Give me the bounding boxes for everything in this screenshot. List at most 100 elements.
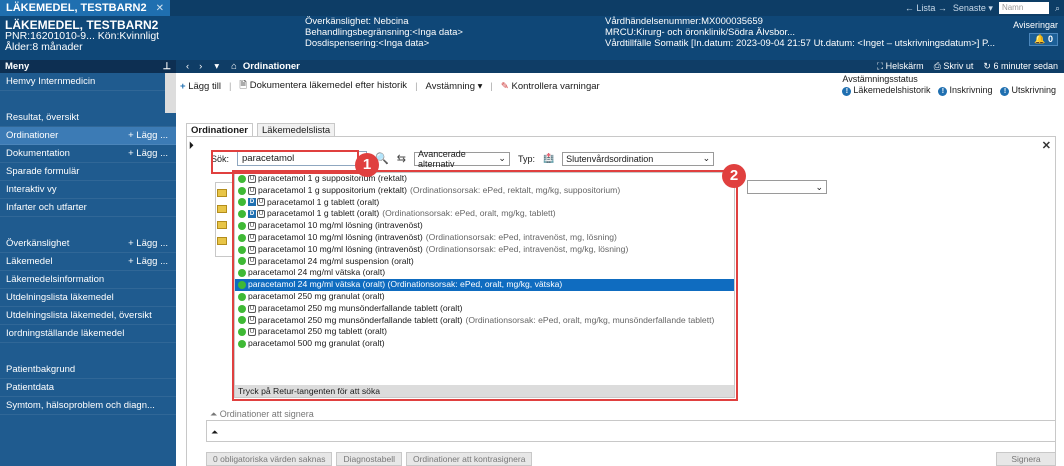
sidebar-item-patientbakgrund[interactable]: Patientbakgrund <box>0 361 176 379</box>
advanced-options-select[interactable]: Avancerade alternativ ⌄ <box>413 149 510 169</box>
forward-icon[interactable]: › <box>199 61 202 72</box>
sidebar-item-infarter-och-utfarter[interactable]: Infarter och utfarter <box>0 199 176 217</box>
sidebar-item-överkänslighet[interactable]: Överkänslighet + Lägg ... <box>0 235 176 253</box>
sidebar-item-dokumentation[interactable]: Dokumentation + Lägg ... <box>0 145 176 163</box>
fullscreen-button[interactable]: ⛶ Helskärm <box>877 61 924 72</box>
patient-search-input[interactable]: Namn <box>998 2 1049 14</box>
allergy-info[interactable]: Överkänslighet: Nebcina <box>305 16 463 27</box>
sidebar-scrollbar[interactable] <box>165 73 176 113</box>
folder-icon[interactable] <box>217 205 227 213</box>
sidebar-add-button[interactable]: + Lägg ... <box>128 235 168 252</box>
sidebar: Hemvy Internmedicin Resultat, översikt Ord… <box>0 73 176 466</box>
folder-icon[interactable] <box>217 189 227 197</box>
navbar: ‹ › ▾ ⌂ Ordinationer ⛶ Helskärm ⎙ Skriv … <box>176 60 1064 73</box>
folder-icon[interactable] <box>217 237 227 245</box>
sidebar-item-label: Infarter och utfarter <box>6 202 87 213</box>
to-sign-header[interactable]: ⏶ Ordinationer att signera <box>210 409 314 420</box>
callout-1: 1 <box>355 153 379 177</box>
info-icon: ! <box>842 87 852 96</box>
dropdown-icon[interactable]: ▾ <box>214 61 219 72</box>
treatment-limit-info[interactable]: Behandlingsbegränsning:<Inga data> <box>305 27 463 38</box>
sidebar-item-utdelningslista-läkemedel-översikt[interactable]: Utdelningslista läkemedel, översikt <box>0 307 176 325</box>
encounter-number: Vårdhändelsenummer:MX000035659 <box>605 16 763 27</box>
dose-dispensing-info[interactable]: Dosdispensering:<Inga data> <box>305 38 463 49</box>
document-icon: 🗎 <box>239 80 248 91</box>
reconciliation-title: Avstämningsstatus <box>842 74 918 84</box>
close-tab-icon[interactable]: ✕ <box>156 3 164 14</box>
alerts[interactable]: Aviseringar 🔔 0 <box>1013 20 1058 46</box>
sidebar-item-hemvy-internmedicin[interactable]: Hemvy Internmedicin <box>0 73 176 91</box>
bottom-bar: 0 obligatoriska värden saknas Diagnostab… <box>206 452 1056 466</box>
sidebar-add-button[interactable]: + Lägg ... <box>128 145 168 162</box>
folder-icon[interactable] <box>217 221 227 229</box>
chevron-down-icon: ⌄ <box>815 181 823 192</box>
sidebar-item-sparade-formulär[interactable]: Sparade formulär <box>0 163 176 181</box>
sidebar-item-label: Hemvy Internmedicin <box>6 76 96 87</box>
list-nav[interactable]: ← Lista → <box>905 3 947 13</box>
sidebar-item-label: Patientdata <box>6 382 55 393</box>
sidebar-item-label: Läkemedelsinformation <box>6 274 105 285</box>
annotation-highlight-results <box>232 170 738 401</box>
reconcile-history[interactable]: ! Läkemedelshistorik <box>842 85 930 96</box>
sidebar-item-ordinationer[interactable]: Ordinationer + Lägg ... <box>0 127 176 145</box>
alerts-label: Aviseringar <box>1013 20 1058 30</box>
sidebar-item-interaktiv-vy[interactable]: Interaktiv vy <box>0 181 176 199</box>
navbar-actions: ⛶ Helskärm ⎙ Skriv ut ↻ 6 minuter sedan <box>877 61 1058 72</box>
print-button[interactable]: ⎙ Skriv ut <box>934 61 974 72</box>
recent-menu[interactable]: Senaste ▾ <box>953 3 993 14</box>
reconcile-admission[interactable]: ! Inskrivning <box>938 85 992 96</box>
missing-values-button[interactable]: 0 obligatoriska värden saknas <box>206 452 333 466</box>
type-icon: 🏥 <box>542 153 555 163</box>
sidebar-item-label: Läkemedel <box>6 256 53 267</box>
pin-icon[interactable]: ⊥ <box>163 61 171 72</box>
chevron-down-icon: ⌄ <box>702 153 711 163</box>
sidebar-item-läkemedelsinformation[interactable]: Läkemedelsinformation <box>0 271 176 289</box>
reconciliation-status: Avstämningsstatus ! Läkemedelshistorik ! I… <box>842 74 1056 96</box>
back-icon[interactable]: ‹ <box>186 61 189 72</box>
patient-header: LÄKEMEDEL, TESTBARN2 PNR:16201010-9... K… <box>0 16 1064 60</box>
diagnosis-table-button[interactable]: Diagnostabell <box>336 452 402 466</box>
sign-button[interactable]: Signera <box>996 452 1056 466</box>
add-button[interactable]: + Lägg till <box>180 81 221 92</box>
patient-tab[interactable]: LÄKEMEDEL, TESTBARN2 ✕ <box>0 0 170 16</box>
favorites-icon[interactable]: ⇆ <box>397 152 406 165</box>
sidebar-item-iordningställande-läkemedel[interactable]: Iordningställande läkemedel <box>0 325 176 343</box>
check-warnings-button[interactable]: ✎ Kontrollera varningar <box>501 81 600 92</box>
to-sign-box: ⏶ <box>206 420 1056 442</box>
reconcile-button[interactable]: Avstämning ▾ <box>426 81 483 92</box>
document-history-button[interactable]: 🗎 Dokumentera läkemedel efter historik <box>239 78 407 94</box>
collapse-icon[interactable]: ⏵ <box>189 140 194 151</box>
reconcile-discharge[interactable]: ! Utskrivning <box>1000 85 1056 96</box>
expand-icon[interactable]: ⏶ <box>211 427 218 438</box>
refresh-button[interactable]: ↻ 6 minuter sedan <box>983 61 1058 72</box>
sidebar-item-symtom-hälsoproblem-och-diagn-[interactable]: Symtom, hälsoproblem och diagn... <box>0 397 176 415</box>
sidebar-add-button[interactable]: + Lägg ... <box>128 253 168 270</box>
filter-select[interactable]: ⌄ <box>747 180 827 194</box>
sidebar-item-patientdata[interactable]: Patientdata <box>0 379 176 397</box>
top-right-controls: ← Lista → Senaste ▾ Namn ⌕ <box>905 2 1060 14</box>
patient-age: Ålder:8 månader <box>5 41 83 53</box>
type-select[interactable]: Slutenvårdsordination ⌄ <box>562 151 715 166</box>
page-title: Ordinationer <box>242 61 300 72</box>
sidebar-item-resultat-översikt[interactable]: Resultat, översikt <box>0 109 176 127</box>
sidebar-item-label: Interaktiv vy <box>6 184 57 195</box>
close-icon[interactable]: ✕ <box>1042 139 1051 152</box>
sidebar-item-utdelningslista-läkemedel[interactable]: Utdelningslista läkemedel <box>0 289 176 307</box>
top-bar: ← Lista → Senaste ▾ Namn ⌕ <box>170 0 1064 16</box>
info-icon: ! <box>938 87 948 96</box>
sidebar-item-label: Utdelningslista läkemedel <box>6 292 114 303</box>
alerts-count[interactable]: 🔔 0 <box>1029 33 1058 46</box>
countersign-button[interactable]: Ordinationer att kontrasignera <box>405 452 533 466</box>
warning-icon: ✎ <box>500 80 509 92</box>
toolbar: + Lägg till | 🗎 Dokumentera läkemedel ef… <box>180 79 600 93</box>
sidebar-add-button[interactable]: + Lägg ... <box>128 127 168 144</box>
encounter-info: Vårdhändelsenummer:MX000035659 MRCU:Kiru… <box>605 16 995 49</box>
search-icon[interactable]: ⌕ <box>1055 3 1060 14</box>
sidebar-item-läkemedel[interactable]: Läkemedel + Lägg ... <box>0 253 176 271</box>
patient-tab-label: LÄKEMEDEL, TESTBARN2 <box>6 2 147 14</box>
sidebar-item-label: Överkänslighet <box>6 238 70 249</box>
home-icon[interactable]: ⌂ <box>231 61 237 72</box>
sidebar-item-label: Iordningställande läkemedel <box>6 328 125 339</box>
